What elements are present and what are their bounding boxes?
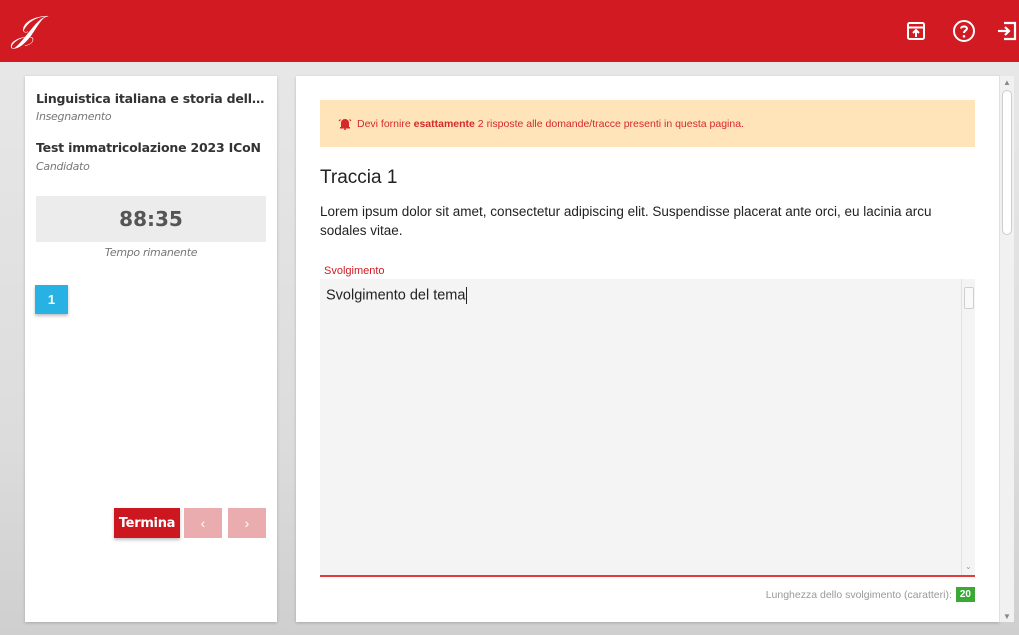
upload-icon[interactable] — [903, 18, 929, 44]
answer-field-label: Svolgimento — [324, 265, 385, 277]
scroll-down-arrow-icon[interactable]: ▼ — [1000, 610, 1014, 622]
page-scrollbar[interactable]: ▲ ▼ — [999, 76, 1014, 622]
candidate-title: Test immatricolazione 2023 ICoN — [36, 140, 261, 155]
alert-banner: Devi fornire esattamente 2 risposte alle… — [320, 100, 975, 147]
textarea-scrollbar[interactable]: ⌄ — [961, 279, 975, 575]
track-description: Lorem ipsum dolor sit amet, consectetur … — [320, 204, 932, 238]
scroll-up-arrow-icon[interactable]: ▲ — [1000, 76, 1014, 88]
length-label: Lunghezza dello svolgimento (caratteri): — [765, 588, 952, 601]
question-panel: Devi fornire esattamente 2 risposte alle… — [296, 76, 999, 622]
app-logo[interactable]: 𝒥 — [12, 8, 37, 52]
candidate-label: Candidato — [36, 160, 90, 173]
scroll-down-arrow-icon[interactable]: ⌄ — [965, 562, 972, 571]
help-icon[interactable] — [951, 18, 977, 44]
track-title: Traccia 1 — [320, 167, 398, 188]
answer-textarea[interactable]: Svolgimento del tema ⌄ — [320, 279, 975, 577]
answer-text[interactable]: Svolgimento del tema — [326, 287, 468, 304]
timer-box: 88:35 — [36, 196, 266, 242]
finish-button[interactable]: Termina — [114, 508, 180, 538]
course-title: Linguistica italiana e storia della ling… — [36, 91, 268, 106]
prev-page-button[interactable]: ‹ — [184, 508, 222, 538]
timer-label: Tempo rimanente — [104, 246, 198, 259]
bell-alarm-icon — [338, 117, 352, 130]
alert-text: Devi fornire esattamente 2 risposte alle… — [357, 117, 744, 130]
length-badge: 20 — [955, 587, 975, 602]
top-bar: 𝒥 — [0, 0, 1019, 62]
next-page-button[interactable]: › — [228, 508, 266, 538]
remaining-time: 88:35 — [119, 207, 183, 231]
chevron-left-icon: ‹ — [200, 515, 206, 531]
chevron-right-icon: › — [244, 515, 250, 531]
text-caret — [466, 287, 468, 304]
exam-sidebar: Linguistica italiana e storia della ling… — [25, 76, 277, 622]
page-scroll-thumb[interactable] — [1002, 90, 1012, 235]
textarea-scroll-thumb[interactable] — [964, 287, 974, 309]
logout-icon[interactable] — [995, 18, 1019, 44]
length-counter: Lunghezza dello svolgimento (caratteri):… — [766, 587, 975, 602]
page-1-button[interactable]: 1 — [35, 285, 68, 314]
course-label: Insegnamento — [36, 110, 112, 123]
